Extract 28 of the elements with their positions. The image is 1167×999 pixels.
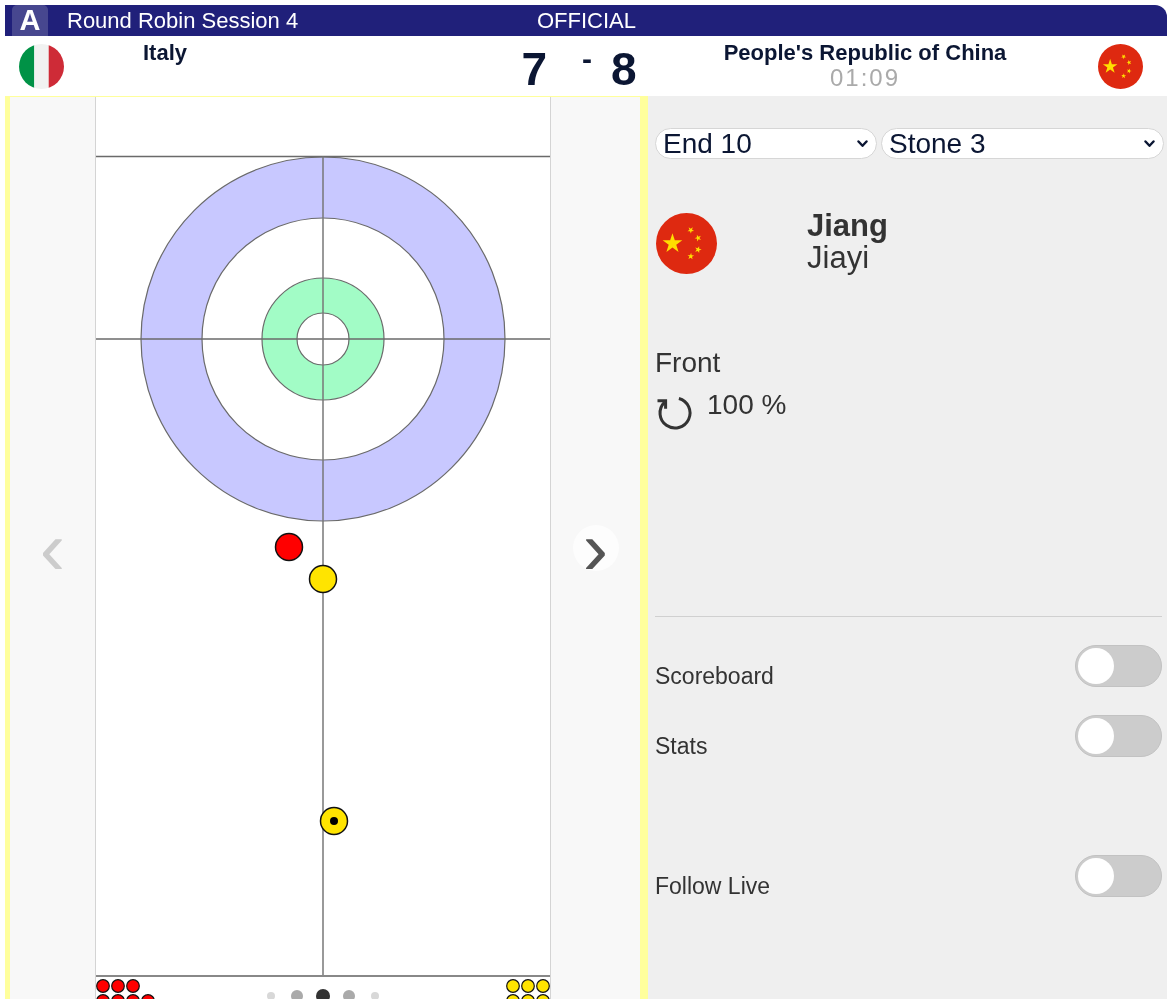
score-separator: - bbox=[582, 44, 592, 74]
team-name: Italy bbox=[143, 41, 188, 65]
china-flag-icon bbox=[656, 213, 717, 274]
score: 7 bbox=[521, 46, 547, 92]
status-label: OFFICIAL bbox=[537, 7, 636, 34]
player-given-name: Jiayi bbox=[807, 242, 869, 274]
player-surname: Jiang bbox=[807, 210, 888, 242]
next-button[interactable]: › bbox=[572, 525, 619, 571]
player-position: Front bbox=[655, 347, 721, 379]
caret-icon bbox=[857, 139, 868, 148]
dropdown[interactable]: Stone 3 bbox=[881, 128, 1164, 159]
team-name: People's Republic of China bbox=[723, 41, 1007, 65]
toggle-switch[interactable] bbox=[1075, 645, 1162, 687]
shot-percentage: 100 % bbox=[707, 389, 787, 421]
toggle-label: Stats bbox=[655, 733, 708, 759]
caret-icon bbox=[1144, 139, 1155, 148]
badge: A bbox=[12, 5, 48, 36]
score: 8 bbox=[611, 46, 637, 92]
italy-flag-icon bbox=[19, 44, 64, 89]
dropdown[interactable]: End 10 bbox=[655, 128, 877, 159]
toggle-label: Follow Live bbox=[655, 873, 771, 899]
toggle-switch[interactable] bbox=[1075, 715, 1162, 757]
toggle-switch[interactable] bbox=[1075, 855, 1162, 897]
session-title: Round Robin Session 4 bbox=[67, 7, 299, 34]
china-flag-icon bbox=[1098, 44, 1143, 89]
center-ring bbox=[296, 312, 350, 366]
game-clock: 01:09 bbox=[829, 65, 901, 91]
toggle-label: Scoreboard bbox=[655, 663, 774, 689]
